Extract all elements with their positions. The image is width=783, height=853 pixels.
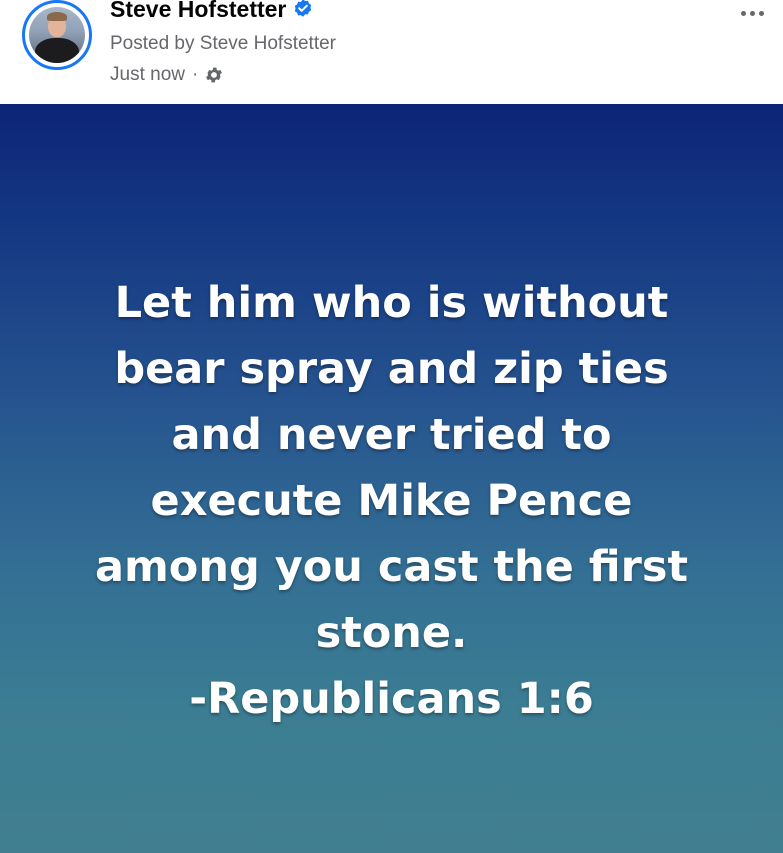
post-text-line: among you cast the first — [94, 542, 689, 592]
timestamp[interactable]: Just now — [110, 64, 185, 86]
post-meta: Just now · — [110, 63, 224, 87]
post-text-line: and never tried to — [171, 410, 612, 460]
verified-badge-icon — [292, 0, 314, 20]
avatar[interactable] — [22, 0, 92, 70]
post-text-line: -Republicans 1:6 — [189, 674, 594, 724]
post-text-line: stone. — [315, 608, 468, 658]
post-text: Let him who is without bear spray and zi… — [40, 270, 743, 732]
more-options-icon[interactable] — [735, 4, 769, 22]
post-header: Steve Hofstetter Posted by Steve Hofstet… — [0, 0, 783, 104]
post-text-line: Let him who is without — [114, 278, 669, 328]
author-name[interactable]: Steve Hofstetter — [110, 0, 286, 22]
gear-icon[interactable] — [204, 65, 224, 85]
meta-separator: · — [191, 64, 199, 85]
post-text-line: execute Mike Pence — [150, 476, 633, 526]
posted-by-label: Posted by Steve Hofstetter — [110, 33, 337, 54]
post-background-card[interactable]: Let him who is without bear spray and zi… — [0, 104, 783, 853]
author-row: Steve Hofstetter — [110, 0, 314, 22]
avatar-photo — [29, 7, 85, 63]
post-text-line: bear spray and zip ties — [114, 344, 669, 394]
